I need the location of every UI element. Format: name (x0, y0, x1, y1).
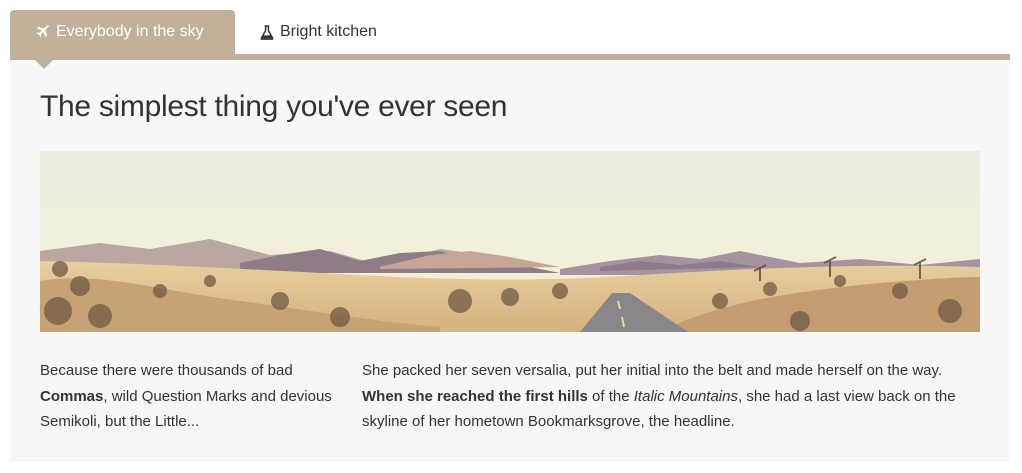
tab-label: Everybody in the sky (56, 23, 204, 40)
tab-panel: The simplest thing you've ever seen Beca… (10, 60, 1010, 462)
left-text-column: Because there were thousands of bad Comm… (40, 358, 340, 435)
airplane-icon (36, 25, 50, 39)
tab-everybody-in-the-sky[interactable]: Everybody in the sky (10, 10, 235, 54)
right-text-part: She packed her seven versalia, put her i… (362, 362, 943, 379)
right-text-column: She packed her seven versalia, put her i… (362, 358, 972, 435)
tab-bright-kitchen[interactable]: Bright kitchen (260, 10, 420, 54)
right-text-bold: When she reached the first hills (362, 387, 588, 405)
tab-label: Bright kitchen (280, 23, 377, 40)
panel-title: The simplest thing you've ever seen (40, 90, 508, 123)
tab-list: Everybody in the sky Bright kitchen (10, 10, 1010, 54)
left-text-bold: Commas (40, 387, 104, 405)
active-tab-pointer (35, 60, 53, 69)
flask-icon (260, 24, 274, 40)
left-text-part: Because there were thousands of bad (40, 362, 293, 379)
right-text-italic: Italic Mountains (633, 387, 738, 405)
right-text-part: of the (587, 387, 634, 405)
hero-image (40, 151, 980, 332)
